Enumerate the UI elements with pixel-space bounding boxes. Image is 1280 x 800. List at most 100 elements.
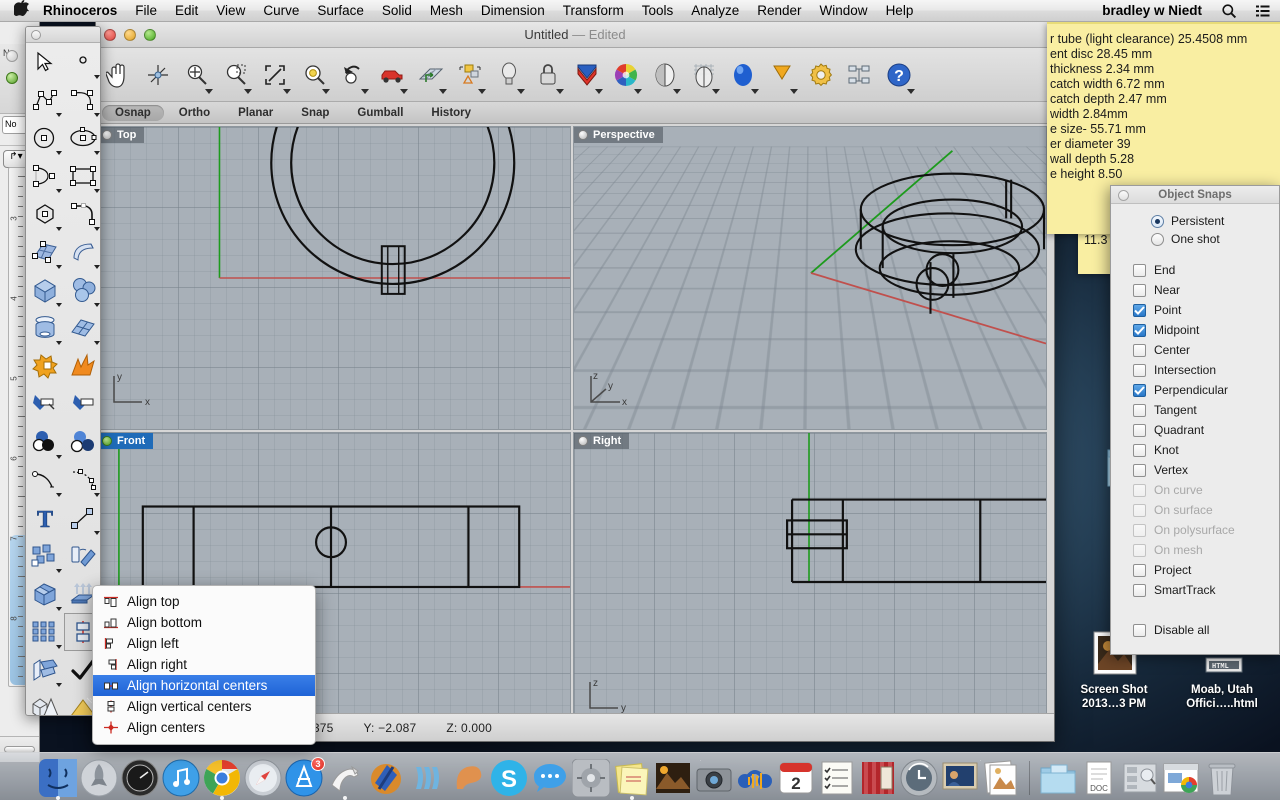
array-grid-icon[interactable] — [26, 613, 64, 651]
menu-item-align-top[interactable]: Align top — [93, 591, 315, 612]
fillet-curve-icon[interactable] — [64, 195, 101, 233]
search-icon[interactable] — [1221, 3, 1237, 19]
snap-perpendicular[interactable]: Perpendicular — [1111, 380, 1279, 400]
snap-intersection[interactable]: Intersection — [1111, 360, 1279, 380]
viewport-right[interactable]: Right z y — [573, 432, 1047, 736]
rhino-titlebar[interactable]: Untitled — Edited — [96, 22, 1054, 48]
checkbox-icon[interactable] — [1133, 264, 1146, 277]
options-gear-icon[interactable] — [802, 52, 840, 98]
flow-along-surface-icon[interactable] — [26, 651, 64, 689]
rhino-toolbar[interactable]: ? — [96, 48, 1054, 102]
named-views-icon[interactable] — [373, 52, 411, 98]
curve-icon[interactable] — [64, 81, 101, 119]
menu-item-align-horizontal-centers[interactable]: Align horizontal centers — [93, 675, 315, 696]
trash-icon[interactable] — [1203, 759, 1241, 797]
snap-smarttrack[interactable]: SmartTrack — [1111, 580, 1279, 600]
photo-booth-icon[interactable] — [859, 759, 897, 797]
checkbox-icon[interactable] — [1133, 624, 1146, 637]
rhinoceros-icon[interactable] — [326, 759, 364, 797]
tab-planar[interactable]: Planar — [225, 105, 286, 121]
boolean-difference-icon[interactable] — [64, 423, 101, 461]
arc-icon[interactable] — [26, 157, 64, 195]
menu-item-align-centers[interactable]: Align centers — [93, 717, 315, 738]
ghosted-view-icon[interactable] — [685, 52, 723, 98]
window-controls[interactable] — [104, 29, 156, 41]
rhino-tool-palette[interactable]: T — [25, 26, 101, 716]
surface-from-curves-icon[interactable] — [26, 233, 64, 271]
menu-item-transform[interactable]: Transform — [554, 3, 633, 18]
menu-item-edit[interactable]: Edit — [166, 3, 207, 18]
apple-icon[interactable] — [0, 0, 41, 20]
downloads-stack-icon[interactable] — [1121, 759, 1159, 797]
viewport-status-dot-icon[interactable] — [578, 436, 588, 446]
illustrator-icon[interactable] — [408, 759, 446, 797]
launchpad-icon[interactable] — [80, 759, 118, 797]
menu-item-curve[interactable]: Curve — [254, 3, 308, 18]
doc-file-icon[interactable]: DOC — [1080, 759, 1118, 797]
checkbox-icon[interactable] — [1133, 404, 1146, 417]
safari-icon[interactable] — [244, 759, 282, 797]
cplane-icon[interactable] — [412, 52, 450, 98]
polyline-icon[interactable] — [26, 81, 64, 119]
palette-collapse-knob[interactable] — [31, 30, 41, 40]
time-machine-icon[interactable] — [900, 759, 938, 797]
menu-item-help[interactable]: Help — [877, 3, 923, 18]
select-arrow-icon[interactable] — [26, 43, 64, 81]
panel-collapse-knob[interactable] — [1118, 190, 1129, 201]
polygon-icon[interactable] — [26, 195, 64, 233]
object-snaps-panel[interactable]: Object Snaps Persistent One shot End Nea… — [1110, 185, 1280, 655]
system-preferences-icon[interactable] — [572, 759, 610, 797]
menu-item-surface[interactable]: Surface — [308, 3, 373, 18]
tab-ortho[interactable]: Ortho — [166, 105, 223, 121]
viewport-label-top[interactable]: Top — [98, 127, 144, 143]
array-icon[interactable] — [26, 537, 64, 575]
checkbox-icon[interactable] — [1133, 364, 1146, 377]
lock-icon[interactable] — [529, 52, 567, 98]
point-icon[interactable] — [64, 43, 101, 81]
calendar-icon[interactable]: 2 — [777, 759, 815, 797]
cylinder-icon[interactable] — [26, 309, 64, 347]
checkbox-icon[interactable] — [1133, 584, 1146, 597]
menubar-user-name[interactable]: bradley w Niedt — [1092, 3, 1212, 18]
snap-midpoint[interactable]: Midpoint — [1111, 320, 1279, 340]
audacity-icon[interactable] — [736, 759, 774, 797]
viewport-label-right[interactable]: Right — [574, 433, 629, 449]
checkbox-icon[interactable] — [1133, 304, 1146, 317]
gumball-icon[interactable] — [139, 52, 177, 98]
checkbox-icon[interactable] — [1133, 344, 1146, 357]
maya-icon[interactable] — [367, 759, 405, 797]
snap-near[interactable]: Near — [1111, 280, 1279, 300]
viewport-top[interactable]: Top y x — [97, 126, 571, 430]
keynote-icon[interactable] — [941, 759, 979, 797]
menu-item-align-right[interactable]: Align right — [93, 654, 315, 675]
dimension-leader-icon[interactable] — [64, 499, 101, 537]
menu-item-render[interactable]: Render — [748, 3, 810, 18]
display-mode-icon[interactable] — [763, 52, 801, 98]
menu-item-file[interactable]: File — [126, 3, 166, 18]
minimize-button[interactable] — [124, 29, 136, 41]
bgwin-knob-2[interactable] — [6, 72, 18, 84]
layer-light-icon[interactable] — [490, 52, 528, 98]
menu-item-align-bottom[interactable]: Align bottom — [93, 612, 315, 633]
viewport-status-dot-icon[interactable] — [102, 130, 112, 140]
snap-project[interactable]: Project — [1111, 560, 1279, 580]
checkbox-icon[interactable] — [1133, 424, 1146, 437]
zoom-extents-all-icon[interactable] — [295, 52, 333, 98]
messages-icon[interactable] — [531, 759, 569, 797]
help-icon[interactable]: ? — [880, 52, 918, 98]
menu-item-solid[interactable]: Solid — [373, 3, 421, 18]
properties-icon[interactable] — [841, 52, 879, 98]
snap-point[interactable]: Point — [1111, 300, 1279, 320]
object-snaps-titlebar[interactable]: Object Snaps — [1111, 186, 1279, 204]
menu-item-analyze[interactable]: Analyze — [682, 3, 748, 18]
window-preview-icon[interactable] — [1162, 759, 1200, 797]
circle-icon[interactable] — [26, 119, 64, 157]
rotate-icon[interactable] — [64, 537, 101, 575]
snap-center[interactable]: Center — [1111, 340, 1279, 360]
stickies-icon[interactable] — [613, 759, 651, 797]
viewport-status-dot-icon[interactable] — [578, 130, 588, 140]
snap-quadrant[interactable]: Quadrant — [1111, 420, 1279, 440]
menu-item-dimension[interactable]: Dimension — [472, 3, 554, 18]
radio-button-icon[interactable] — [1151, 215, 1164, 228]
preview-icon[interactable] — [982, 759, 1020, 797]
